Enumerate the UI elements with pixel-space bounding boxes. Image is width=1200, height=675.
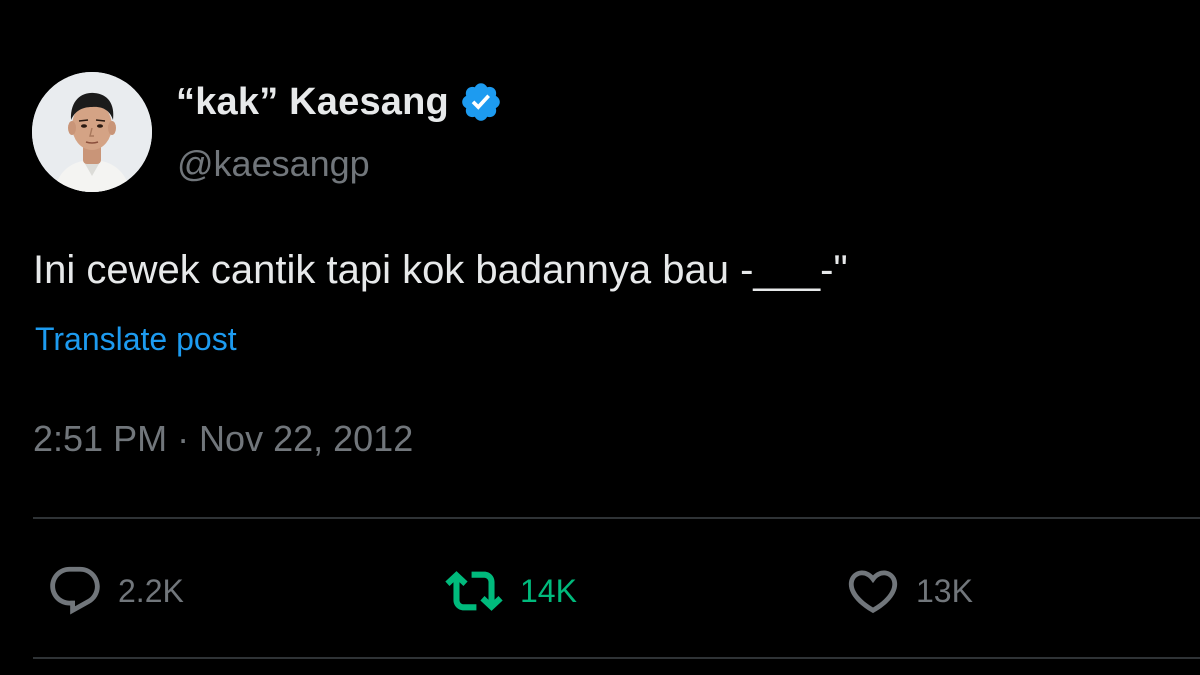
divider-bottom <box>33 657 1200 659</box>
avatar-photo <box>32 72 152 192</box>
author-handle[interactable]: @kaesangp <box>177 142 370 186</box>
reply-count: 2.2K <box>118 573 184 609</box>
translate-post-link[interactable]: Translate post <box>35 318 237 360</box>
verified-badge-icon[interactable] <box>459 80 503 124</box>
like-count: 13K <box>916 573 973 609</box>
tweet-card: “kak” Kaesang @kaesangp Ini cewek cantik… <box>0 0 1200 675</box>
retweet-button[interactable]: 14K <box>442 562 577 620</box>
reply-button[interactable]: 2.2K <box>46 562 184 620</box>
avatar[interactable] <box>32 72 152 192</box>
reply-icon <box>46 562 104 620</box>
retweet-icon <box>442 562 506 620</box>
like-button[interactable]: 13K <box>844 562 973 620</box>
tweet-text: Ini cewek cantik tapi kok badannya bau -… <box>33 248 848 292</box>
author-name-text[interactable]: “kak” Kaesang <box>176 80 449 124</box>
tweet-timestamp[interactable]: 2:51 PM · Nov 22, 2012 <box>33 416 413 462</box>
divider-top <box>33 517 1200 519</box>
heart-icon <box>844 562 902 620</box>
retweet-count: 14K <box>520 573 577 609</box>
author-display-name[interactable]: “kak” Kaesang <box>176 80 503 124</box>
